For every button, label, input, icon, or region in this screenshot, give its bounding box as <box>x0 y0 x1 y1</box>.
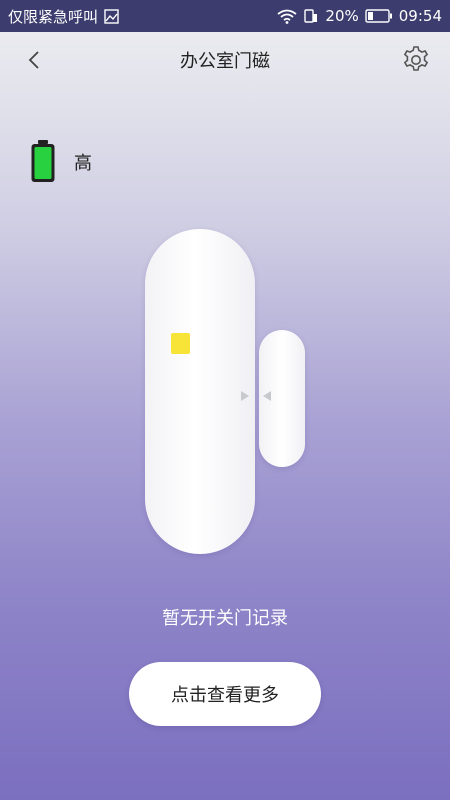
sensor-led <box>171 333 190 354</box>
sensor-body <box>145 229 255 554</box>
arrow-right-icon <box>241 391 249 401</box>
record-status-text: 暂无开关门记录 <box>162 608 288 629</box>
arrow-left-icon <box>263 391 271 401</box>
door-sensor-illustration <box>0 0 450 560</box>
view-more-button[interactable]: 点击查看更多 <box>129 662 321 726</box>
